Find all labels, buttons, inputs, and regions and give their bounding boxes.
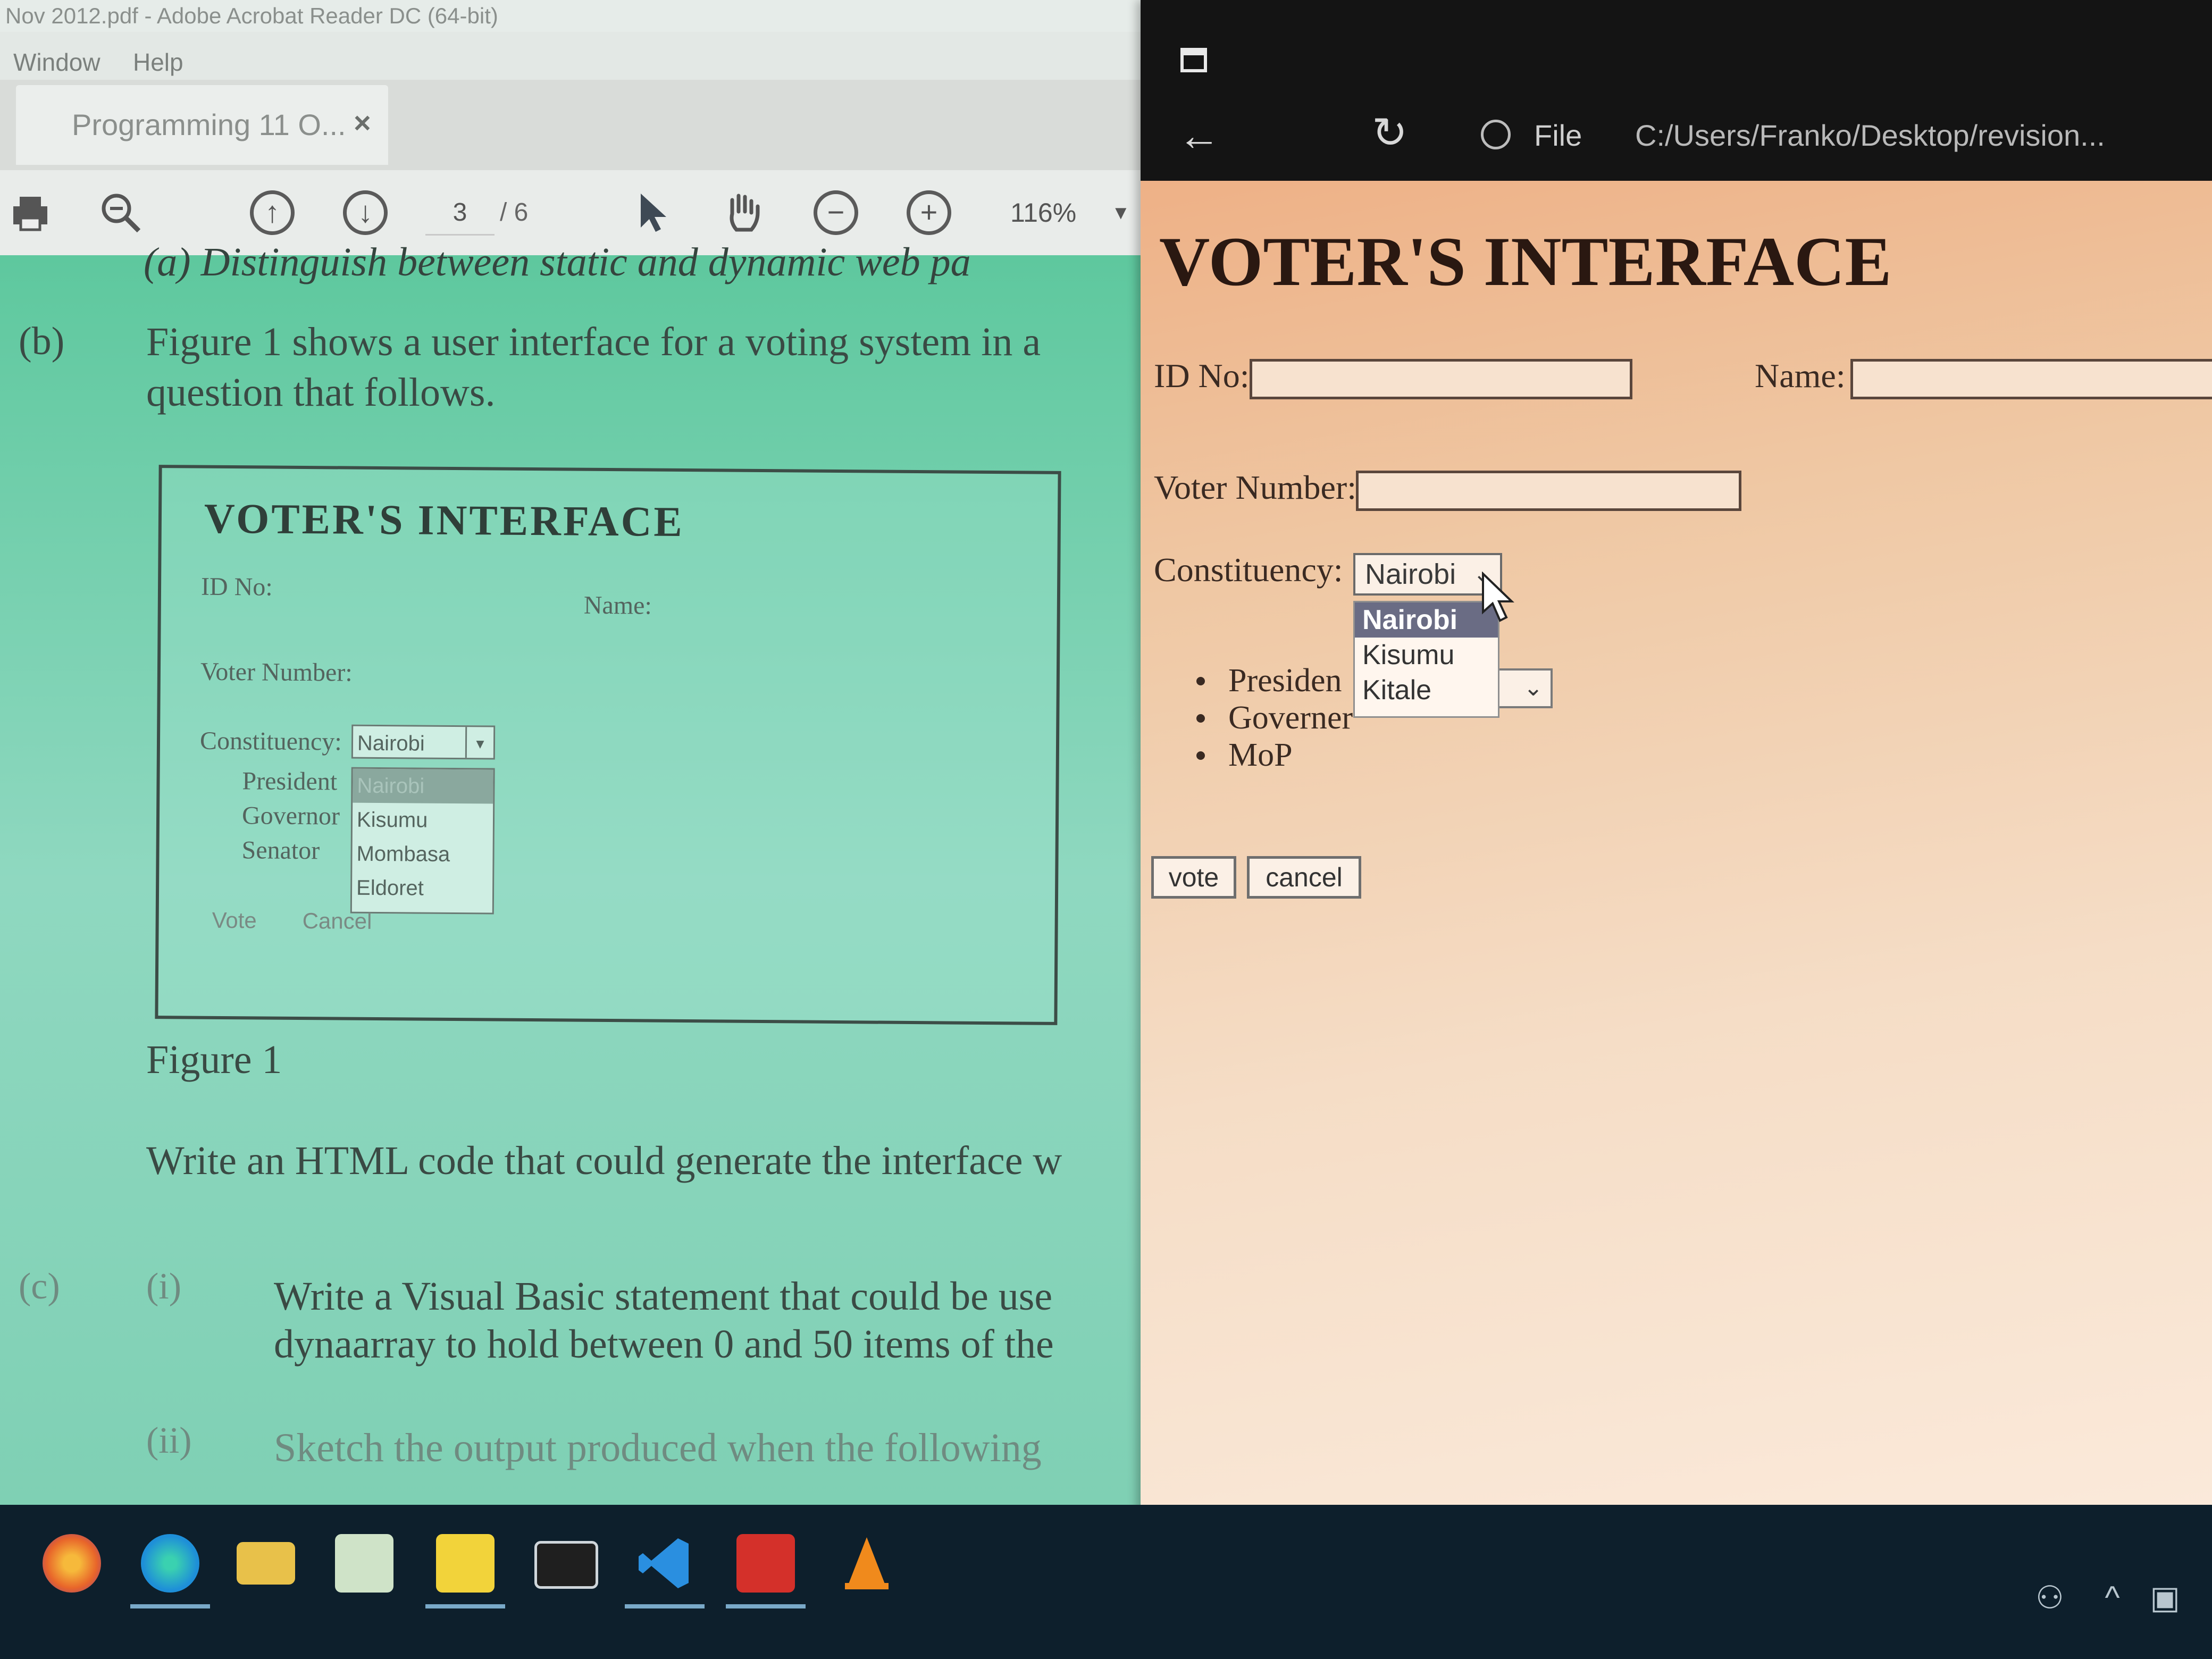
- display-icon[interactable]: ▣: [2150, 1580, 2180, 1615]
- taskbar: ⚇ ^ ▣: [0, 1505, 2212, 1659]
- zoom-level[interactable]: 116%: [1010, 191, 1076, 234]
- figure-list-item: Nairobi: [353, 768, 493, 804]
- pdf-c-i-line1: Write a Visual Basic statement that coul…: [274, 1274, 1053, 1319]
- edge-icon[interactable]: [130, 1534, 210, 1608]
- zoom-in-icon[interactable]: +: [907, 190, 951, 235]
- pdf-page: (a) Distinguish between static and dynam…: [0, 240, 1143, 1505]
- tab-actions-icon[interactable]: [1180, 48, 1207, 72]
- pdf-c-ii-line1: Sketch the output produced when the foll…: [274, 1426, 1042, 1470]
- pdf-write-html-line: Write an HTML code that could generate t…: [146, 1138, 1062, 1183]
- vlc-icon[interactable]: [837, 1534, 896, 1593]
- figure-id-label: ID No:: [200, 572, 273, 601]
- print-icon[interactable]: [8, 190, 53, 235]
- figure-role-president: President: [242, 767, 338, 796]
- zoom-dropdown-icon[interactable]: ▼: [1111, 191, 1130, 234]
- page-total: / 6: [500, 198, 529, 227]
- sticky-notes-icon[interactable]: [425, 1534, 505, 1608]
- figure-list-item: Mombasa: [356, 842, 450, 866]
- figure-constituency-list: Nairobi Kisumu Mombasa Eldoret: [350, 767, 495, 915]
- close-tab-icon[interactable]: ×: [354, 105, 371, 140]
- figure-constituency-select: Nairobi ▾: [351, 724, 496, 760]
- pdf-item-b-line1: Figure 1 shows a user interface for a vo…: [146, 320, 1041, 364]
- pdf-item-c-label: (c): [19, 1266, 60, 1307]
- hand-tool-icon[interactable]: [720, 190, 765, 235]
- figure-cancel-button: Cancel: [302, 908, 372, 934]
- role-president: Presiden: [1191, 662, 1353, 699]
- figure-list-item: Kisumu: [356, 808, 428, 832]
- document-tab-label: Programming 11 O...: [72, 108, 346, 141]
- role-mop: MoP: [1191, 736, 1353, 774]
- file-explorer-icon[interactable]: [237, 1542, 295, 1585]
- page-number-input[interactable]: 3: [425, 191, 495, 236]
- figure-list-item: Eldoret: [356, 876, 424, 900]
- voter-number-input[interactable]: [1356, 471, 1741, 511]
- pdf-c-i-label: (i): [146, 1266, 182, 1307]
- cancel-button[interactable]: cancel: [1247, 856, 1361, 899]
- id-label: ID No:: [1154, 357, 1250, 395]
- select-cursor-icon[interactable]: [630, 190, 675, 235]
- chevron-up-icon[interactable]: ^: [2105, 1580, 2119, 1615]
- pdf-c-ii-label: (ii): [146, 1420, 192, 1461]
- terminal-icon[interactable]: [534, 1541, 598, 1589]
- name-input[interactable]: [1850, 359, 2212, 399]
- vote-button[interactable]: vote: [1151, 856, 1236, 899]
- figure-role-governor: Governor: [241, 801, 340, 831]
- constituency-dropdown: Nairobi Kisumu Kitale: [1353, 601, 1499, 718]
- document-tab[interactable]: Programming 11 O... ×: [16, 85, 388, 165]
- figure-1-box: VOTER'S INTERFACE ID No: Name: Voter Num…: [155, 465, 1061, 1025]
- url-scheme: File: [1534, 119, 1582, 152]
- site-info-icon[interactable]: [1481, 120, 1511, 149]
- figure-role-senator: Senator: [241, 836, 320, 865]
- voter-page: VOTER'S INTERFACE ID No: Name: Voter Num…: [1141, 181, 2212, 1537]
- back-arrow-icon[interactable]: ←: [1178, 114, 1220, 157]
- figure-vote-button: Vote: [212, 907, 257, 933]
- constituency-selected-value: Nairobi: [1365, 558, 1456, 590]
- figure-title: VOTER'S INTERFACE: [204, 495, 685, 546]
- constituency-option-kisumu[interactable]: Kisumu: [1355, 638, 1498, 673]
- figure-constituency-label: Constituency:: [199, 726, 342, 756]
- acrobat-title-bar: Nov 2012.pdf - Adobe Acrobat Reader DC (…: [0, 0, 1143, 32]
- next-page-icon[interactable]: ↓: [343, 190, 388, 235]
- pdf-line-a: (a) Distinguish between static and dynam…: [144, 240, 971, 284]
- menu-window[interactable]: Window: [13, 48, 100, 77]
- reload-icon[interactable]: ↻: [1372, 112, 1407, 154]
- role-governer: Governer: [1191, 699, 1353, 736]
- zoom-out-icon[interactable]: −: [814, 190, 858, 235]
- chevron-down-icon: ⌄: [1523, 675, 1543, 701]
- acrobat-icon[interactable]: [726, 1534, 806, 1608]
- constituency-select[interactable]: Nairobi ⌄: [1353, 553, 1502, 596]
- vscode-icon[interactable]: [625, 1534, 705, 1608]
- constituency-option-kitale[interactable]: Kitale: [1355, 673, 1498, 708]
- firefox-icon[interactable]: [43, 1534, 101, 1593]
- pdf-item-b-line2: question that follows.: [146, 370, 496, 415]
- system-tray: ⚇ ^ ▣: [2035, 1579, 2180, 1616]
- figure-constituency-value: Nairobi: [357, 731, 425, 756]
- page-title: VOTER'S INTERFACE: [1159, 222, 1892, 300]
- zoom-out-search-icon[interactable]: [98, 190, 143, 235]
- voter-number-label: Voter Number:: [1154, 468, 1356, 506]
- pdf-c-i-line2: dynaarray to hold between 0 and 50 items…: [274, 1322, 1054, 1367]
- id-input[interactable]: [1250, 359, 1632, 399]
- browser-toolbar: ← ↻ File C:/Users/Franko/Desktop/revisio…: [1141, 0, 2212, 181]
- chevron-down-icon: ▾: [465, 727, 494, 758]
- previous-page-icon[interactable]: ↑: [250, 190, 295, 235]
- figure-name-label: Name:: [583, 591, 652, 620]
- menu-help[interactable]: Help: [133, 48, 183, 77]
- constituency-option-nairobi[interactable]: Nairobi: [1355, 602, 1498, 638]
- people-icon[interactable]: ⚇: [2035, 1580, 2064, 1615]
- acrobat-window: Nov 2012.pdf - Adobe Acrobat Reader DC (…: [0, 0, 1143, 1505]
- role-list: Presiden Governer MoP: [1191, 662, 1353, 774]
- notepad-icon[interactable]: [335, 1534, 393, 1593]
- figure-caption: Figure 1: [146, 1037, 282, 1082]
- acrobat-tab-strip: Programming 11 O... ×: [0, 80, 1143, 170]
- figure-voter-label: Voter Number:: [200, 657, 353, 687]
- name-label: Name:: [1755, 357, 1846, 395]
- browser-window: ← ↻ File C:/Users/Franko/Desktop/revisio…: [1141, 0, 2212, 1537]
- address-bar[interactable]: C:/Users/Franko/Desktop/revision...: [1635, 118, 2105, 153]
- pdf-item-b-label: (b): [19, 320, 65, 363]
- constituency-label: Constituency:: [1154, 551, 1343, 589]
